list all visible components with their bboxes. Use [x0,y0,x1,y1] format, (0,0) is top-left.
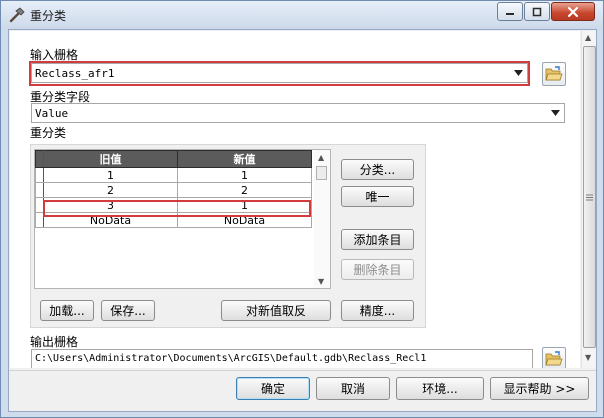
selected-row-highlight [43,200,311,217]
parameters-panel: 输入栅格 Reclass_afr1 重分类字段 Value 重分类 旧值 新值 … [10,31,580,368]
minimize-icon [506,12,514,15]
scroll-up-icon[interactable]: ▲ [318,153,324,162]
scroll-down-icon[interactable]: ▼ [585,353,591,362]
new-value-cell[interactable]: 2 [177,182,312,198]
old-value-cell[interactable]: 2 [43,182,178,198]
reclass-field-combo[interactable]: Value [31,103,565,123]
window-title: 重分类 [30,9,67,23]
add-entry-button[interactable]: 添加条目 [341,229,414,250]
scroll-down-icon[interactable]: ▼ [318,277,324,286]
table-row[interactable]: 1 1 [35,167,312,183]
footer-separator [9,370,596,371]
hammer-tool-icon [9,7,25,23]
reclass-field-value: Value [35,107,69,120]
row-header-cell [35,150,44,168]
reverse-new-values-button[interactable]: 对新值取反 [221,300,331,321]
folder-open-icon [545,351,563,366]
title-bar: 重分类 [1,1,603,29]
precision-button[interactable]: 精度... [341,300,414,321]
reclass-label: 重分类 [30,126,67,140]
ok-button[interactable]: 确定 [236,377,310,400]
panel-scroll-thumb[interactable] [583,46,596,348]
table-row[interactable]: 2 2 [35,182,312,198]
column-header-new: 新值 [177,150,312,168]
unique-button[interactable]: 唯一 [341,186,414,207]
folder-open-icon [545,66,563,81]
old-value-cell[interactable]: 1 [43,167,178,183]
dialog-client-area: 输入栅格 Reclass_afr1 重分类字段 Value 重分类 旧值 新值 … [8,29,597,412]
maximize-icon [532,7,542,16]
maximize-button[interactable] [524,2,550,21]
panel-scrollbar[interactable]: ▲ ▼ [581,31,596,368]
reclassify-dialog: 重分类 输入栅格 Reclass_afr1 重分类字段 Value 重分类 旧值… [0,0,604,418]
table-header-row: 旧值 新值 [35,150,312,168]
output-raster-browse-button[interactable] [542,347,566,368]
reclass-table-box: 旧值 新值 1 1 2 2 3 1 NoData NoData ▲ ▼ [34,149,331,289]
close-icon [567,6,579,17]
row-header-cell[interactable] [35,182,44,198]
column-header-old: 旧值 [43,150,178,168]
close-button[interactable] [551,2,595,21]
row-header-cell[interactable] [35,167,44,183]
classify-button[interactable]: 分类... [341,159,414,180]
input-raster-highlight [29,61,530,86]
cancel-button[interactable]: 取消 [316,377,390,400]
table-scrollbar[interactable]: ▲ ▼ [314,150,330,288]
load-button[interactable]: 加载... [40,300,94,321]
input-raster-browse-button[interactable] [542,62,566,86]
scroll-up-icon[interactable]: ▲ [585,33,591,42]
output-raster-field[interactable]: C:\Users\Administrator\Documents\ArcGIS\… [31,349,533,368]
table-scroll-thumb[interactable] [316,166,327,180]
new-value-cell[interactable]: 1 [177,167,312,183]
show-help-button[interactable]: 显示帮助 >> [490,377,589,400]
grip-icon [586,194,593,201]
minimize-button[interactable] [497,2,523,21]
environments-button[interactable]: 环境... [396,377,484,400]
output-raster-label: 输出栅格 [30,335,79,349]
reclass-group: 旧值 新值 1 1 2 2 3 1 NoData NoData ▲ ▼ 分类..… [30,144,426,328]
save-button[interactable]: 保存... [101,300,155,321]
delete-entry-button[interactable]: 删除条目 [341,259,414,280]
chevron-down-icon[interactable] [547,105,563,121]
